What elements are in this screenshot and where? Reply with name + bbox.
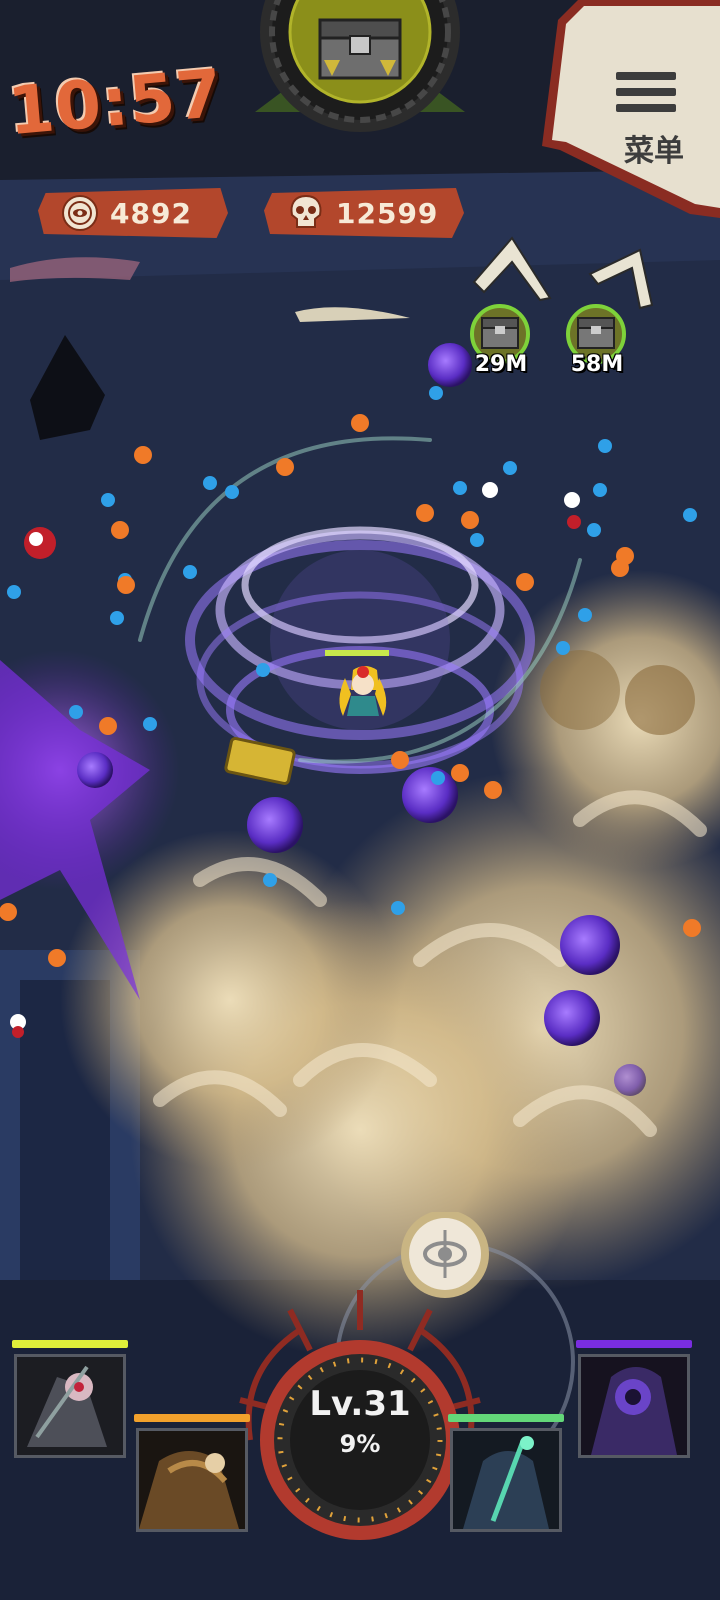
coin-count: 4892 (110, 196, 192, 230)
hero-3-energy-bar (448, 1414, 564, 1422)
chest-timer-2: 58M (570, 352, 624, 377)
hero-slot-4[interactable] (576, 1340, 692, 1458)
menu-button[interactable] (540, 0, 720, 220)
kill-count: 12599 (336, 196, 439, 230)
skull-icon (290, 194, 322, 228)
chest-timer-1: 29M (474, 352, 528, 377)
joystick-icon (401, 1212, 489, 1298)
player-level: Lv.31 9% (270, 1330, 450, 1510)
menu-icon (616, 72, 676, 112)
hero-2-energy-bar (134, 1414, 250, 1422)
exp-percent: 9% (339, 1430, 381, 1458)
menu-label: 菜单 (624, 134, 684, 169)
hero-1-portrait (14, 1354, 126, 1458)
hero-slot-3[interactable] (448, 1414, 564, 1532)
coin-icon (62, 195, 98, 231)
chest-badge-1[interactable]: 29M (466, 304, 536, 394)
coin-counter: 4892 (38, 188, 228, 238)
hero-4-energy-bar (576, 1340, 692, 1348)
hero-4-portrait (578, 1354, 690, 1458)
hero-1-energy-bar (12, 1340, 128, 1348)
game-stage[interactable]: 10:57 4892 12599 菜单 29M 58M Lv.31 9% (0, 0, 720, 1600)
chest-icon (318, 18, 402, 80)
kill-counter: 12599 (264, 188, 464, 238)
hero-3-portrait (450, 1428, 562, 1532)
hero-slot-2[interactable] (134, 1414, 250, 1532)
hero-2-portrait (136, 1428, 248, 1532)
level-label: Lv.31 (309, 1384, 411, 1424)
chest-badge-2[interactable]: 58M (562, 304, 632, 394)
mystery-box-wheel[interactable] (255, 0, 465, 142)
hero-slot-1[interactable] (12, 1340, 128, 1458)
